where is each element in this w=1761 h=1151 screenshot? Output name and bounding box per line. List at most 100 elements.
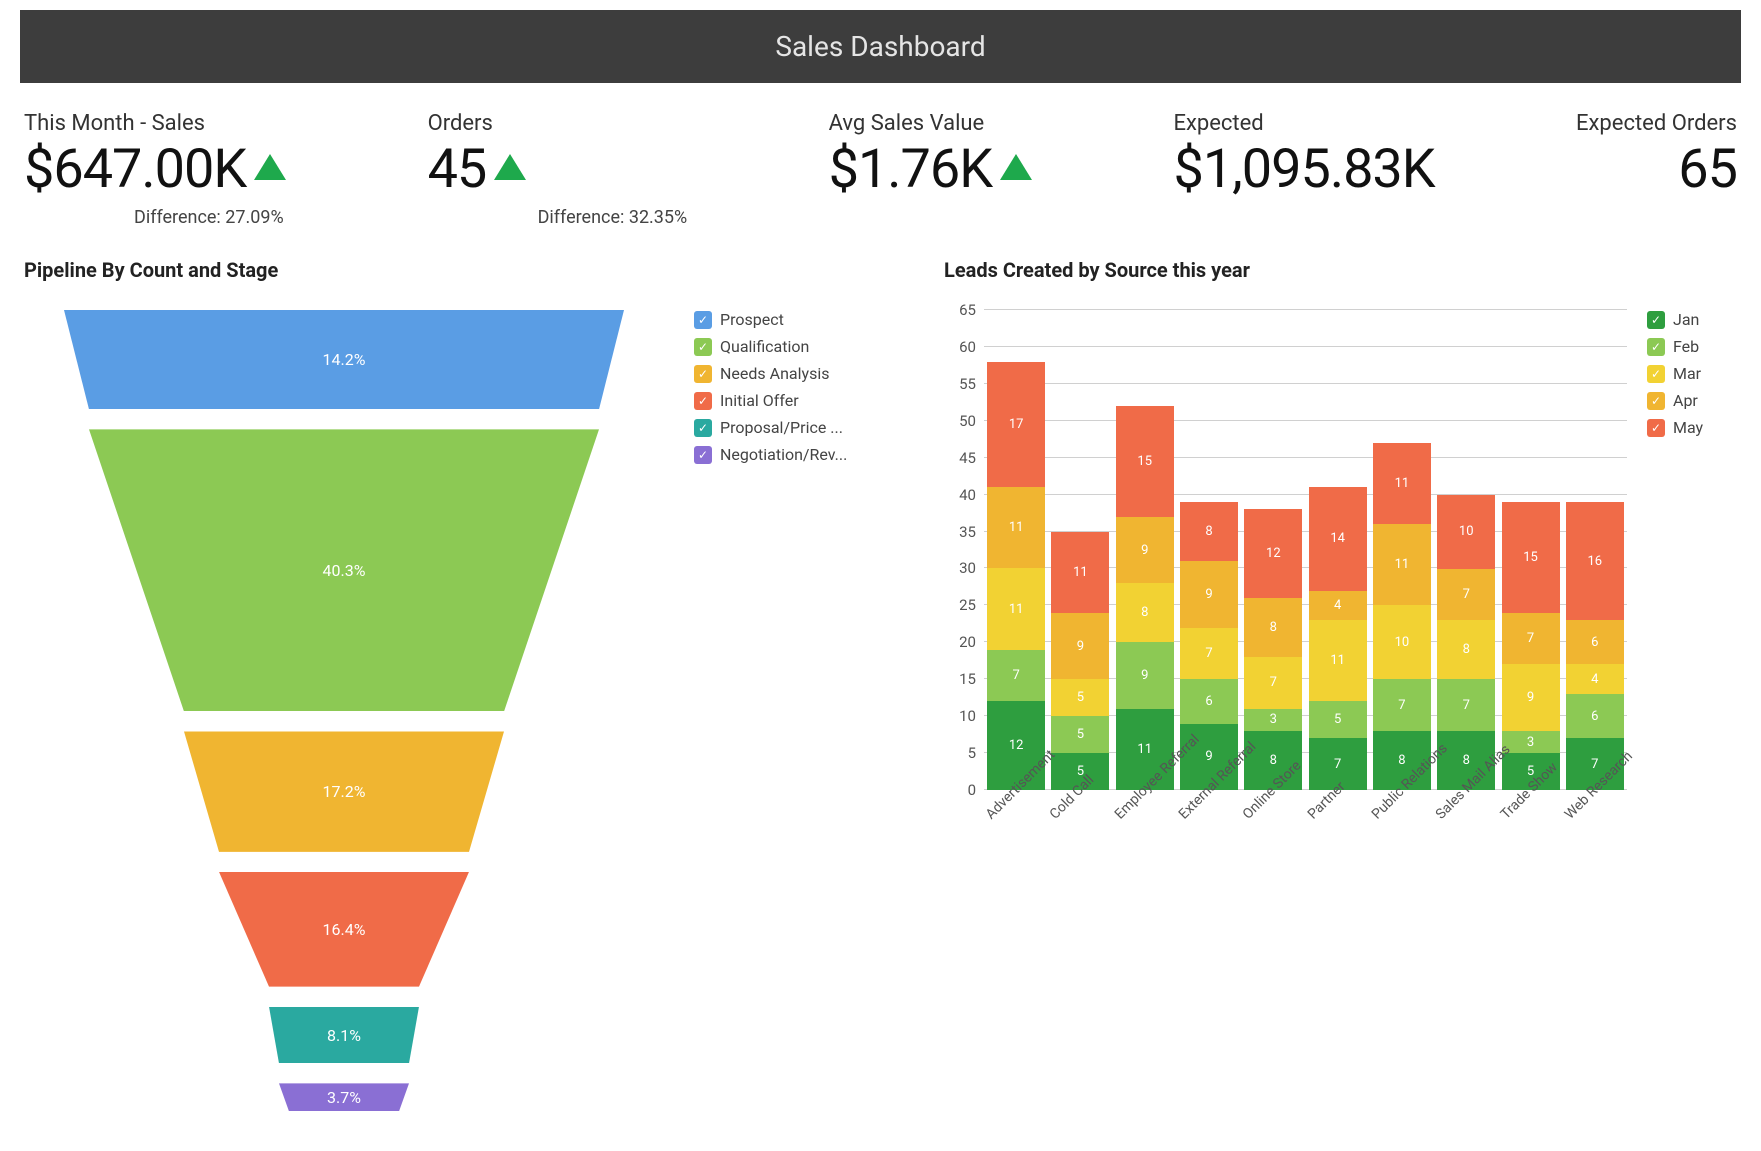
bar-segment: 11 [1051, 532, 1109, 613]
bar-segment: 8 [1180, 502, 1238, 561]
checkbox-icon[interactable] [694, 446, 712, 464]
legend-item[interactable]: Qualification [694, 337, 894, 356]
bar-segment: 4 [1309, 591, 1367, 621]
checkbox-icon[interactable] [1647, 311, 1665, 329]
bar-segment: 7 [1373, 679, 1431, 731]
bar-segment: 15 [1116, 406, 1174, 517]
stacked-bar-chart: 05101520253035404550556065 1271111175559… [944, 310, 1627, 870]
bar-segment: 9 [1051, 613, 1109, 679]
bar-column: 87101111 [1373, 443, 1431, 790]
bar-segment: 15 [1502, 502, 1560, 613]
bar-legend: Jan Feb Mar Apr May [1647, 310, 1737, 870]
legend-item[interactable]: Negotiation/Rev... [694, 445, 894, 464]
leads-chart-panel: Leads Created by Source this year 051015… [944, 258, 1737, 1111]
bar-segment: 5 [1051, 716, 1109, 753]
bar-column: 539715 [1502, 502, 1560, 790]
legend-item[interactable]: Mar [1647, 364, 1737, 383]
checkbox-icon[interactable] [694, 311, 712, 329]
bar-segment: 10 [1437, 495, 1495, 569]
checkbox-icon[interactable] [1647, 365, 1665, 383]
bar-segment: 7 [987, 650, 1045, 702]
kpi-orders: Orders 45 Difference: 32.35% [428, 111, 688, 228]
legend-label: May [1673, 418, 1703, 437]
kpi-value: $1.76K [829, 138, 993, 201]
bar-column: 7511414 [1309, 487, 1367, 790]
legend-item[interactable]: Proposal/Price ... [694, 418, 894, 437]
y-tick: 35 [959, 523, 976, 541]
legend-item[interactable]: Needs Analysis [694, 364, 894, 383]
bar-column: 764616 [1566, 502, 1624, 790]
funnel-segment: 17.2% [184, 731, 504, 851]
legend-item[interactable]: Apr [1647, 391, 1737, 410]
chart-title: Pipeline By Count and Stage [24, 258, 894, 282]
checkbox-icon[interactable] [694, 419, 712, 437]
funnel-segment: 3.7% [279, 1083, 409, 1111]
bar-segment: 7 [1180, 628, 1238, 680]
funnel-chart-panel: Pipeline By Count and Stage 14.2% 40.3% 17… [24, 258, 894, 1111]
page-title: Sales Dashboard [775, 30, 985, 63]
y-tick: 65 [959, 301, 976, 319]
trend-up-icon [494, 154, 526, 180]
kpi-diff: Difference: 32.35% [428, 207, 688, 228]
bar-segment: 11 [1373, 443, 1431, 524]
bar-segment: 5 [1051, 679, 1109, 716]
kpi-label: Orders [428, 111, 688, 136]
checkbox-icon[interactable] [1647, 419, 1665, 437]
checkbox-icon[interactable] [1647, 338, 1665, 356]
checkbox-icon[interactable] [694, 365, 712, 383]
bar-segment: 7 [1502, 613, 1560, 665]
legend-label: Initial Offer [720, 391, 799, 410]
bar-segment: 11 [1309, 620, 1367, 701]
kpi-label: Avg Sales Value [829, 111, 1033, 136]
bar-segment: 8 [1244, 598, 1302, 657]
legend-item[interactable]: Initial Offer [694, 391, 894, 410]
bar-segment: 9 [1116, 517, 1174, 583]
legend-label: Proposal/Price ... [720, 418, 843, 437]
bar-segment: 16 [1566, 502, 1624, 620]
legend-item[interactable]: Feb [1647, 337, 1737, 356]
y-tick: 30 [959, 559, 976, 577]
checkbox-icon[interactable] [694, 338, 712, 356]
funnel-segment: 14.2% [64, 310, 624, 409]
bar-segment: 4 [1566, 664, 1624, 694]
kpi-label: This Month - Sales [24, 111, 286, 136]
charts-row: Pipeline By Count and Stage 14.2% 40.3% 17… [20, 258, 1741, 1111]
funnel-segment: 40.3% [89, 429, 599, 711]
bar-column: 878710 [1437, 495, 1495, 790]
kpi-value: $1,095.83K [1173, 138, 1434, 201]
bar-segment: 9 [1116, 642, 1174, 708]
y-tick: 0 [968, 781, 976, 799]
y-tick: 10 [959, 707, 976, 725]
bar-segment: 8 [1116, 583, 1174, 642]
funnel-segment: 16.4% [219, 872, 469, 987]
legend-label: Negotiation/Rev... [720, 445, 847, 464]
legend-label: Needs Analysis [720, 364, 829, 383]
funnel-legend: Prospect Qualification Needs Analysis Initi… [694, 310, 894, 1111]
checkbox-icon[interactable] [1647, 392, 1665, 410]
bar-segment: 12 [1244, 509, 1302, 598]
legend-item[interactable]: Jan [1647, 310, 1737, 329]
kpi-value: $647.00K [24, 138, 246, 201]
bar-segment: 8 [1437, 620, 1495, 679]
trend-up-icon [254, 154, 286, 180]
legend-item[interactable]: Prospect [694, 310, 894, 329]
bar-segment: 9 [1180, 561, 1238, 627]
legend-label: Feb [1673, 337, 1699, 356]
kpi-label: Expected Orders [1576, 111, 1737, 136]
bar-segment: 10 [1373, 605, 1431, 679]
funnel-segment: 8.1% [269, 1007, 419, 1064]
kpi-sales: This Month - Sales $647.00K Difference: … [24, 111, 286, 228]
legend-item[interactable]: May [1647, 418, 1737, 437]
bar-segment: 7 [1244, 657, 1302, 709]
bar-segment: 11 [987, 487, 1045, 568]
bar-segment: 11 [987, 568, 1045, 649]
legend-label: Prospect [720, 310, 784, 329]
y-tick: 25 [959, 596, 976, 614]
checkbox-icon[interactable] [694, 392, 712, 410]
kpi-diff: Difference: 27.09% [24, 207, 286, 228]
trend-up-icon [1000, 154, 1032, 180]
kpi-avg-sales: Avg Sales Value $1.76K [829, 111, 1033, 228]
legend-label: Jan [1673, 310, 1699, 329]
kpi-expected: Expected $1,095.83K [1173, 111, 1434, 228]
legend-label: Apr [1673, 391, 1698, 410]
